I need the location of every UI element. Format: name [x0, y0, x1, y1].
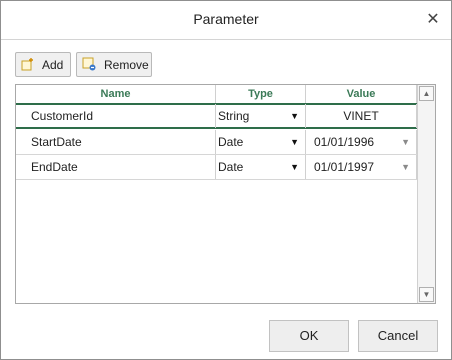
type-value: Date [218, 135, 244, 149]
chevron-down-icon[interactable]: ▼ [401, 130, 410, 154]
column-header-value[interactable]: Value [306, 85, 417, 103]
name-cell[interactable]: EndDate [16, 155, 216, 179]
table-row[interactable]: CustomerId String ▼ VINET [16, 104, 417, 129]
cancel-button[interactable]: Cancel [358, 320, 438, 352]
date-picker[interactable]: 01/01/1997 ▼ [306, 155, 417, 179]
close-icon: ✕ [426, 11, 440, 28]
remove-button-label: Remove [104, 58, 149, 72]
table-row[interactable]: StartDate Date ▼ 01/01/1996 ▼ [16, 130, 417, 155]
chevron-down-icon: ▼ [422, 290, 431, 299]
chevron-down-icon[interactable]: ▼ [290, 130, 299, 154]
scroll-up-button[interactable]: ▲ [419, 86, 434, 101]
date-value: 01/01/1997 [314, 160, 375, 174]
type-value: Date [218, 160, 244, 174]
column-header-name[interactable]: Name [16, 85, 216, 103]
remove-parameter-icon [82, 57, 96, 71]
column-header-type[interactable]: Type [216, 85, 306, 103]
date-picker[interactable]: 01/01/1996 ▼ [306, 130, 417, 154]
scroll-down-button[interactable]: ▼ [419, 287, 434, 302]
close-button[interactable]: ✕ [423, 10, 443, 30]
value-field[interactable]: VINET [306, 104, 417, 128]
parameter-dialog: Parameter ✕ Add Remove Name Type Value C… [0, 0, 452, 360]
type-select[interactable]: Date ▼ [216, 155, 306, 179]
date-value: 01/01/1996 [314, 135, 375, 149]
name-cell[interactable]: CustomerId [16, 104, 216, 128]
add-button-label: Add [42, 58, 64, 72]
add-parameter-icon [21, 58, 33, 71]
ok-button[interactable]: OK [269, 320, 349, 352]
chevron-down-icon[interactable]: ▼ [290, 155, 299, 179]
type-select[interactable]: Date ▼ [216, 130, 306, 154]
parameter-grid: Name Type Value CustomerId String ▼ VINE… [15, 84, 436, 304]
table-row[interactable]: EndDate Date ▼ 01/01/1997 ▼ [16, 155, 417, 180]
type-select[interactable]: String ▼ [216, 104, 306, 128]
name-cell[interactable]: StartDate [16, 130, 216, 154]
vertical-scrollbar[interactable]: ▲ ▼ [417, 85, 435, 303]
chevron-up-icon: ▲ [422, 89, 431, 98]
remove-button[interactable]: Remove [76, 52, 152, 77]
title-bar: Parameter ✕ [1, 1, 451, 40]
type-value: String [218, 109, 250, 123]
add-button[interactable]: Add [15, 52, 71, 77]
chevron-down-icon[interactable]: ▼ [290, 104, 299, 128]
chevron-down-icon[interactable]: ▼ [401, 155, 410, 179]
dialog-title: Parameter [193, 11, 259, 27]
grid-header: Name Type Value [16, 85, 417, 105]
